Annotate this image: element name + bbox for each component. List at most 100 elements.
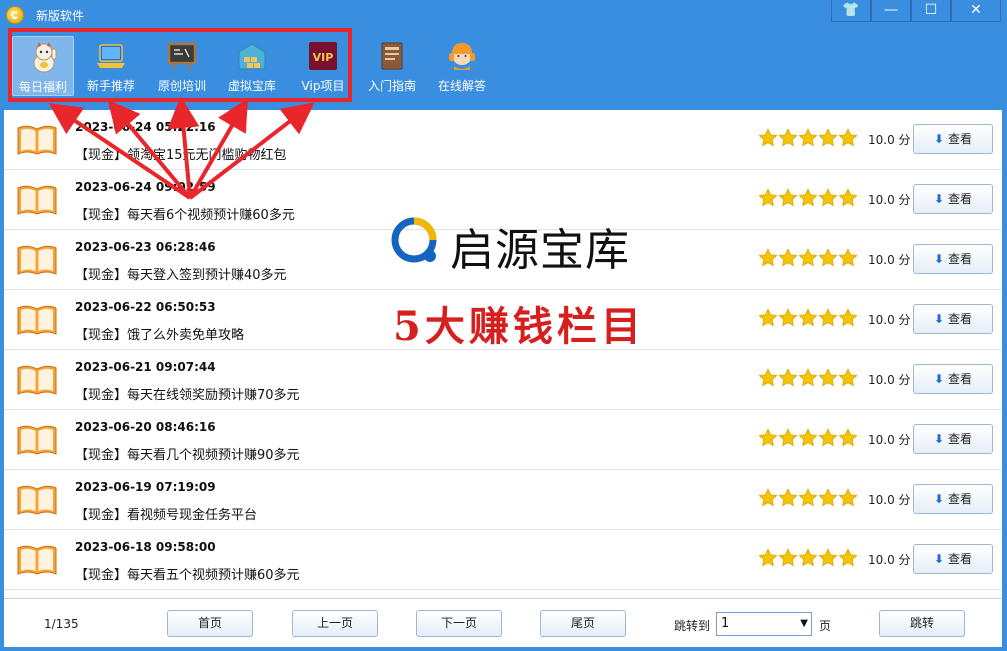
star-icon bbox=[798, 428, 818, 448]
tool-original-training[interactable]: 原创培训 bbox=[151, 36, 213, 96]
star-icon bbox=[758, 368, 778, 388]
view-button-label: 查看 bbox=[948, 132, 973, 146]
star-icon bbox=[758, 488, 778, 508]
download-arrow-icon: ⬇ bbox=[933, 432, 945, 446]
tool-daily-welfare[interactable]: 每日福利 bbox=[12, 36, 74, 96]
item-title[interactable]: 【现金】每天登入签到预计赚40多元 bbox=[75, 264, 287, 283]
rating-stars bbox=[758, 488, 858, 510]
tool-label: 虚拟宝库 bbox=[227, 79, 276, 93]
view-button-label: 查看 bbox=[948, 192, 973, 206]
star-icon bbox=[798, 368, 818, 388]
tool-label: 在线解答 bbox=[437, 79, 486, 93]
star-icon bbox=[818, 548, 838, 568]
view-button[interactable]: ⬇ 查看 bbox=[913, 484, 993, 514]
tool-vip-project[interactable]: VIP Vip项目 bbox=[292, 36, 354, 96]
item-score: 10.0 分 bbox=[868, 493, 911, 507]
view-button-label: 查看 bbox=[948, 252, 973, 266]
article-list: 2023-06-24 05:22:16 【现金】领淘宝15元无门槛购物红包 10.0… bbox=[4, 110, 1002, 598]
item-title[interactable]: 【现金】每天在线领奖励预计赚70多元 bbox=[75, 384, 300, 403]
star-icon bbox=[758, 188, 778, 208]
tool-getting-started[interactable]: 入门指南 bbox=[361, 36, 423, 96]
view-button[interactable]: ⬇ 查看 bbox=[913, 244, 993, 274]
item-score: 10.0 分 bbox=[868, 193, 911, 207]
guide-book-icon bbox=[381, 42, 403, 70]
star-icon bbox=[778, 188, 798, 208]
star-icon bbox=[838, 548, 858, 568]
star-icon bbox=[778, 368, 798, 388]
book-icon bbox=[16, 364, 58, 396]
page-select[interactable]: 1 ▼ bbox=[716, 612, 812, 636]
download-arrow-icon: ⬇ bbox=[933, 312, 945, 326]
tool-virtual-treasury[interactable]: 虚拟宝库 bbox=[221, 36, 283, 96]
star-icon bbox=[798, 548, 818, 568]
view-button[interactable]: ⬇ 查看 bbox=[913, 364, 993, 394]
tool-beginner-recommend[interactable]: 新手推荐 bbox=[80, 36, 142, 96]
book-icon bbox=[16, 544, 58, 576]
vip-badge-text: VIP bbox=[313, 51, 334, 64]
item-date: 2023-06-21 09:07:44 bbox=[75, 360, 216, 374]
star-icon bbox=[758, 128, 778, 148]
chalkboard-icon bbox=[167, 42, 197, 71]
jump-button[interactable]: 跳转 bbox=[879, 610, 965, 637]
star-icon bbox=[818, 368, 838, 388]
book-icon bbox=[16, 304, 58, 336]
star-icon bbox=[798, 488, 818, 508]
minimize-button[interactable]: — bbox=[871, 0, 911, 22]
laptop-icon bbox=[97, 44, 125, 68]
tool-label: 新手推荐 bbox=[86, 79, 135, 93]
first-page-button[interactable]: 首页 bbox=[167, 610, 253, 637]
item-title[interactable]: 【现金】每天看几个视频预计赚90多元 bbox=[75, 444, 300, 463]
lucky-cat-icon bbox=[33, 42, 57, 73]
item-title[interactable]: 【现金】饿了么外卖免单攻略 bbox=[75, 324, 244, 343]
item-title[interactable]: 【现金】领淘宝15元无门槛购物红包 bbox=[75, 144, 287, 163]
rating-stars bbox=[758, 368, 858, 390]
item-date: 2023-06-20 08:46:16 bbox=[75, 420, 216, 434]
rating-stars bbox=[758, 548, 858, 570]
list-item: 2023-06-24 05:22:16 【现金】领淘宝15元无门槛购物红包 10.0… bbox=[4, 110, 1002, 170]
book-icon bbox=[16, 484, 58, 516]
view-button-label: 查看 bbox=[948, 372, 973, 386]
star-icon bbox=[838, 128, 858, 148]
star-icon bbox=[838, 188, 858, 208]
view-button[interactable]: ⬇ 查看 bbox=[913, 544, 993, 574]
star-icon bbox=[818, 188, 838, 208]
item-title[interactable]: 【现金】看视频号现金任务平台 bbox=[75, 504, 257, 523]
item-score: 10.0 分 bbox=[868, 253, 911, 267]
download-arrow-icon: ⬇ bbox=[933, 492, 945, 506]
star-icon bbox=[798, 248, 818, 268]
view-button-label: 查看 bbox=[948, 552, 973, 566]
item-score: 10.0 分 bbox=[868, 433, 911, 447]
star-icon bbox=[758, 248, 778, 268]
maximize-button[interactable]: ☐ bbox=[911, 0, 951, 22]
item-title[interactable]: 【现金】每天看五个视频预计赚60多元 bbox=[75, 564, 300, 583]
star-icon bbox=[818, 308, 838, 328]
star-icon bbox=[758, 308, 778, 328]
star-icon bbox=[838, 368, 858, 388]
view-button[interactable]: ⬇ 查看 bbox=[913, 184, 993, 214]
view-button[interactable]: ⬇ 查看 bbox=[913, 124, 993, 154]
tool-online-support[interactable]: 在线解答 bbox=[431, 36, 493, 96]
list-item: 2023-06-21 09:07:44 【现金】每天在线领奖励预计赚70多元 10.… bbox=[4, 350, 1002, 410]
book-icon bbox=[16, 244, 58, 276]
view-button[interactable]: ⬇ 查看 bbox=[913, 304, 993, 334]
last-page-button[interactable]: 尾页 bbox=[540, 610, 626, 637]
tool-label: 每日福利 bbox=[18, 80, 67, 94]
item-date: 2023-06-24 09:02:59 bbox=[75, 180, 216, 194]
star-icon bbox=[818, 488, 838, 508]
item-score: 10.0 分 bbox=[868, 313, 911, 327]
star-icon bbox=[798, 128, 818, 148]
warehouse-icon bbox=[238, 43, 266, 70]
close-button[interactable]: ✕ bbox=[951, 0, 1001, 22]
view-button[interactable]: ⬇ 查看 bbox=[913, 424, 993, 454]
next-page-button[interactable]: 下一页 bbox=[416, 610, 502, 637]
support-agent-icon bbox=[449, 43, 475, 70]
book-icon bbox=[16, 184, 58, 216]
skin-button[interactable]: 👕 bbox=[831, 0, 871, 22]
list-item: 2023-06-18 09:58:00 【现金】每天看五个视频预计赚60多元 10.… bbox=[4, 530, 1002, 590]
page-indicator: 1/135 bbox=[44, 617, 79, 631]
star-icon bbox=[778, 548, 798, 568]
item-title[interactable]: 【现金】每天看6个视频预计赚60多元 bbox=[75, 204, 295, 223]
download-arrow-icon: ⬇ bbox=[933, 372, 945, 386]
prev-page-button[interactable]: 上一页 bbox=[292, 610, 378, 637]
download-arrow-icon: ⬇ bbox=[933, 192, 945, 206]
